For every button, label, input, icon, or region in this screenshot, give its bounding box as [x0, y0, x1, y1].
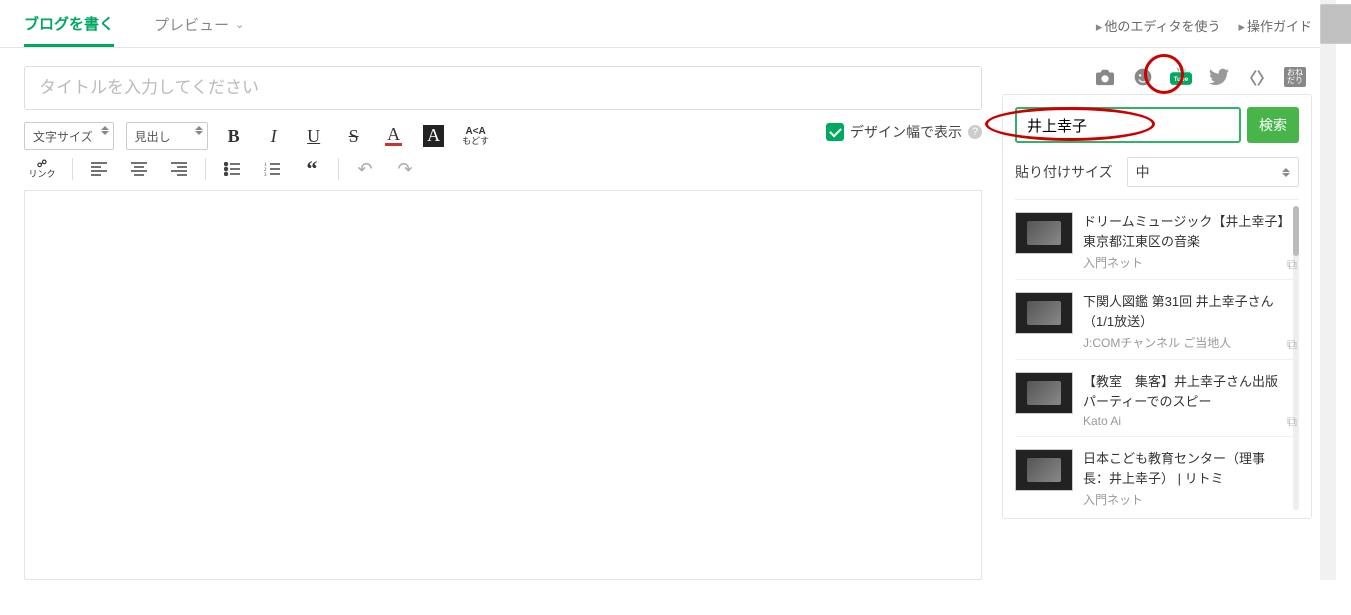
code-icon[interactable]: 〈〉: [1246, 66, 1268, 88]
result-title: 下関人図鑑 第31回 井上幸子さん（1/1放送）: [1083, 292, 1289, 331]
italic-button[interactable]: I: [260, 123, 288, 149]
video-thumbnail: [1015, 212, 1073, 254]
link-guide[interactable]: ▸操作ガイド: [1238, 16, 1312, 35]
search-result-item[interactable]: 下関人図鑑 第31回 井上幸子さん（1/1放送） J:COMチャンネル ご当地人…: [1015, 280, 1299, 360]
result-title: 日本こども教育センター（理事長：井上幸子） | リトミ: [1083, 449, 1289, 488]
font-size-select[interactable]: 文字サイズ: [24, 122, 114, 150]
result-title: 【教室 集客】井上幸子さん出版パーティーでのスピー: [1083, 372, 1289, 411]
external-link-icon[interactable]: ⧉: [1287, 413, 1297, 430]
bold-button[interactable]: B: [220, 123, 248, 149]
strike-button[interactable]: S: [340, 123, 368, 149]
page-scrollbar[interactable]: [1320, 0, 1336, 580]
numbered-list-button[interactable]: 123: [258, 156, 286, 182]
help-icon[interactable]: ?: [968, 125, 982, 139]
video-thumbnail: [1015, 292, 1073, 334]
external-link-icon[interactable]: ⧉: [1287, 256, 1297, 273]
toolbar-divider: [338, 158, 339, 180]
result-channel: Kato Ai: [1083, 414, 1289, 428]
align-right-button[interactable]: [165, 156, 193, 182]
search-result-item[interactable]: 【教室 集客】井上幸子さん出版パーティーでのスピー Kato Ai ⧉: [1015, 360, 1299, 437]
oneclick-icon[interactable]: おねだり: [1284, 66, 1306, 88]
heading-select[interactable]: 見出し: [126, 122, 208, 150]
camera-icon[interactable]: [1094, 66, 1116, 88]
link-icon: ☍: [37, 160, 47, 170]
twitter-icon[interactable]: [1208, 66, 1230, 88]
svg-text:3: 3: [264, 173, 267, 176]
text-color-button[interactable]: A: [380, 123, 408, 149]
heading-label: 見出し: [135, 128, 171, 145]
video-thumbnail: [1015, 449, 1073, 491]
tab-preview-label: プレビュー: [154, 14, 229, 35]
quote-button[interactable]: “: [298, 156, 326, 182]
search-result-item[interactable]: 日本こども教育センター（理事長：井上幸子） | リトミ 入門ネット: [1015, 437, 1299, 516]
chevron-down-icon: ⌄: [235, 18, 244, 31]
design-width-checkbox[interactable]: [826, 123, 844, 141]
link-other-editor[interactable]: ▸他のエディタを使う: [1096, 16, 1221, 35]
result-title: ドリームミュージック【井上幸子】東京都江東区の音楽: [1083, 212, 1289, 251]
external-link-icon[interactable]: ⧉: [1287, 336, 1297, 353]
smile-icon[interactable]: [1132, 66, 1154, 88]
design-width-label: デザイン幅で表示: [850, 122, 962, 142]
toolbar-divider: [205, 158, 206, 180]
undo-label: もどす: [462, 137, 489, 146]
tab-preview[interactable]: プレビュー ⌄: [154, 4, 244, 47]
paste-size-label: 貼り付けサイズ: [1015, 162, 1113, 182]
youtube-search-input[interactable]: [1015, 107, 1241, 143]
align-center-button[interactable]: [125, 156, 153, 182]
align-left-button[interactable]: [85, 156, 113, 182]
post-title-input[interactable]: [24, 66, 982, 110]
tab-write[interactable]: ブログを書く: [24, 4, 114, 47]
search-result-item[interactable]: ドリームミュージック【井上幸子】東京都江東区の音楽 入門ネット ⧉: [1015, 200, 1299, 280]
undo-format-button[interactable]: A<Aもどす: [460, 123, 492, 149]
result-channel: 入門ネット: [1083, 254, 1289, 271]
svg-text:You: You: [1176, 68, 1185, 74]
paste-size-select[interactable]: 中: [1127, 157, 1299, 187]
highlight-button[interactable]: A: [420, 123, 448, 149]
link-button-label: リンク: [28, 170, 55, 179]
editor-body[interactable]: [24, 190, 982, 580]
link-button[interactable]: ☍ リンク: [24, 156, 60, 182]
link-other-editor-label: 他のエディタを使う: [1104, 19, 1220, 34]
result-channel: J:COMチャンネル ご当地人: [1083, 334, 1289, 351]
bullet-list-button[interactable]: [218, 156, 246, 182]
video-thumbnail: [1015, 372, 1073, 414]
font-size-label: 文字サイズ: [33, 128, 93, 145]
underline-button[interactable]: U: [300, 123, 328, 149]
paste-size-value: 中: [1136, 162, 1150, 182]
svg-text:Tube: Tube: [1174, 76, 1189, 83]
link-guide-label: 操作ガイド: [1247, 19, 1312, 34]
redo-button[interactable]: ↷: [391, 156, 419, 182]
result-channel: 入門ネット: [1083, 491, 1289, 508]
search-button[interactable]: 検索: [1247, 107, 1299, 143]
youtube-icon[interactable]: Tube You: [1170, 66, 1192, 88]
undo-button[interactable]: ↶: [351, 156, 379, 182]
toolbar-divider: [72, 158, 73, 180]
